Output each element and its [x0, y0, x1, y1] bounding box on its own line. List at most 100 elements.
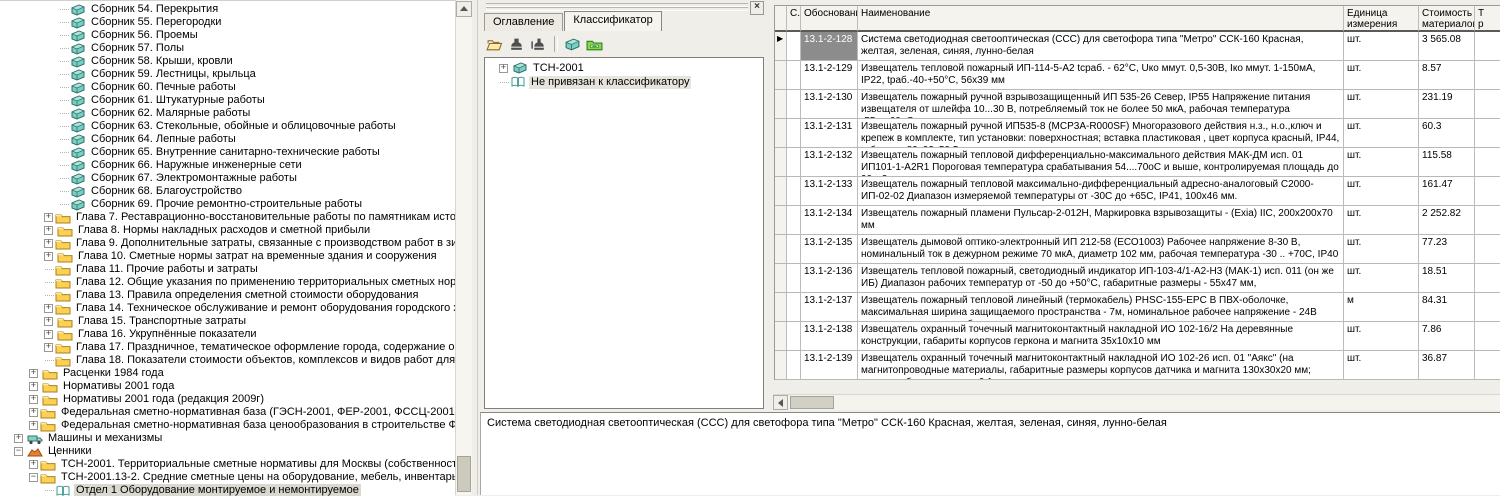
cell-name[interactable]: Извещатель пожарный ручной взрывозащищен…	[858, 90, 1344, 119]
collapse-minus-icon[interactable]: −	[14, 447, 23, 456]
cell-cost[interactable]: 115.58	[1419, 148, 1475, 177]
cell-unit[interactable]: шт.	[1344, 351, 1419, 380]
cell-cost[interactable]: 8.57	[1419, 61, 1475, 90]
expand-plus-icon[interactable]: +	[44, 226, 53, 235]
tree-item[interactable]: Сборник 62. Малярные работы	[0, 107, 455, 120]
expand-plus-icon[interactable]: +	[29, 421, 38, 430]
expand-plus-icon[interactable]: +	[29, 382, 38, 391]
cell-code[interactable]	[787, 322, 801, 351]
table-row[interactable]: 13.1-2-130 Извещатель пожарный ручной взр…	[775, 90, 1500, 119]
tree-item[interactable]: Сборник 63. Стекольные, обойные и облицо…	[0, 120, 455, 133]
cell-name[interactable]: Извещатель охранный точечный магнитоконт…	[858, 322, 1344, 351]
expand-plus-icon[interactable]: +	[44, 304, 53, 313]
column-header-unit[interactable]: Единица измерения	[1344, 6, 1419, 32]
cell-transport[interactable]	[1475, 351, 1500, 380]
cell-cost[interactable]: 60.3	[1419, 119, 1475, 148]
cell-cost[interactable]: 77.23	[1419, 235, 1475, 264]
cell-name[interactable]: Извещатель пожарный тепловой линейный (т…	[858, 293, 1344, 322]
cell-code[interactable]	[787, 293, 801, 322]
cell-basis[interactable]: 13.1-2-128	[801, 32, 858, 61]
column-header-basis[interactable]: Обоснование	[801, 6, 858, 32]
table-row[interactable]: 13.1-2-135 Извещатель дымовой оптико-элек…	[775, 235, 1500, 264]
tree-item[interactable]: + Машины и механизмы	[0, 432, 455, 445]
expand-plus-icon[interactable]: +	[29, 408, 38, 417]
tab-classifier[interactable]: Классификатор	[564, 11, 662, 31]
tree-item[interactable]: Глава 12. Общие указания по применению т…	[0, 276, 455, 289]
table-row[interactable]: 13.1-2-132 Извещатель пожарный тепловой д…	[775, 148, 1500, 177]
expand-plus-icon[interactable]: +	[14, 434, 23, 443]
table-row[interactable]: 13.1-2-139 Извещатель охранный точечный м…	[775, 351, 1500, 380]
expand-plus-icon[interactable]: +	[44, 343, 53, 352]
tree-item[interactable]: Сборник 59. Лестницы, крыльца	[0, 68, 455, 81]
tree-item[interactable]: Сборник 56. Проемы	[0, 29, 455, 42]
tree-item[interactable]: + Глава 14. Техническое обслуживание и ре…	[0, 302, 455, 315]
tree-item[interactable]: Сборник 69. Прочие ремонтно-строительные…	[0, 198, 455, 211]
tree-item[interactable]: Сборник 67. Электромонтажные работы	[0, 172, 455, 185]
left-tree-scrollbar[interactable]	[455, 0, 472, 495]
tree-item[interactable]: Сборник 54. Перекрытия	[0, 3, 455, 16]
cell-unit[interactable]: шт.	[1344, 235, 1419, 264]
cell-marker[interactable]	[775, 119, 787, 148]
cell-basis[interactable]: 13.1-2-136	[801, 264, 858, 293]
expand-plus-icon[interactable]: +	[44, 330, 53, 339]
expand-plus-icon[interactable]: +	[499, 63, 508, 73]
book-button[interactable]	[562, 34, 584, 54]
cell-transport[interactable]	[1475, 90, 1500, 119]
cell-basis[interactable]: 13.1-2-131	[801, 119, 858, 148]
tree-item[interactable]: + Глава 10. Сметные нормы затрат на време…	[0, 250, 455, 263]
scroll-up-button[interactable]	[456, 1, 472, 17]
expand-plus-icon[interactable]: +	[29, 460, 38, 469]
cell-basis[interactable]: 13.1-2-137	[801, 293, 858, 322]
cell-cost[interactable]: 231.19	[1419, 90, 1475, 119]
cell-cost[interactable]: 36.87	[1419, 351, 1475, 380]
tree-item[interactable]: Сборник 64. Лепные работы	[0, 133, 455, 146]
cell-code[interactable]	[787, 177, 801, 206]
table-row[interactable]: 13.1-2-129 Извещатель тепловой пожарный И…	[775, 61, 1500, 90]
cell-transport[interactable]	[1475, 61, 1500, 90]
cell-cost[interactable]: 3 565.08	[1419, 32, 1475, 61]
tree-item[interactable]: Глава 13. Правила определения сметной ст…	[0, 289, 455, 302]
panel-splitter[interactable]	[477, 0, 478, 495]
cell-name[interactable]: Извещатель пожарный тепловой максимально…	[858, 177, 1344, 206]
tree-item[interactable]: + Федеральная сметно-нормативная база цен…	[0, 419, 455, 432]
tree-item[interactable]: Сборник 55. Перегородки	[0, 16, 455, 29]
stamp-hand-button[interactable]	[528, 34, 550, 54]
cell-name[interactable]: Извещатель пожарный ручной ИП535-8 (МСР3…	[858, 119, 1344, 148]
cell-transport[interactable]	[1475, 148, 1500, 177]
cell-unit[interactable]: шт.	[1344, 32, 1419, 61]
cell-basis[interactable]: 13.1-2-129	[801, 61, 858, 90]
cell-transport[interactable]	[1475, 235, 1500, 264]
close-panel-button[interactable]: ×	[750, 1, 764, 15]
cell-code[interactable]	[787, 264, 801, 293]
table-row[interactable]: 13.1-2-138 Извещатель охранный точечный м…	[775, 322, 1500, 351]
expand-plus-icon[interactable]: +	[44, 317, 53, 326]
expand-plus-icon[interactable]: +	[44, 252, 53, 261]
cell-code[interactable]	[787, 90, 801, 119]
cell-transport[interactable]	[1475, 293, 1500, 322]
column-header-code[interactable]: С..	[787, 6, 801, 32]
tree-item[interactable]: + Глава 8. Нормы накладных расходов и сме…	[0, 224, 455, 237]
cell-transport[interactable]	[1475, 119, 1500, 148]
cell-basis[interactable]: 13.1-2-139	[801, 351, 858, 380]
cell-name[interactable]: Извещатель охранный точечный магнитоконт…	[858, 351, 1344, 380]
cell-transport[interactable]	[1475, 177, 1500, 206]
tree-item[interactable]: + Глава 15. Транспортные затраты	[0, 315, 455, 328]
column-header-transport[interactable]: Тр	[1475, 6, 1500, 32]
tree-item[interactable]: Сборник 66. Наружные инженерные сети	[0, 159, 455, 172]
cell-code[interactable]	[787, 32, 801, 61]
tree-item[interactable]: + Нормативы 2001 года (редакция 2009г)	[0, 393, 455, 406]
cell-marker[interactable]	[775, 293, 787, 322]
tree-item[interactable]: Глава 18. Показатели стоимости объектов,…	[0, 354, 455, 367]
cell-unit[interactable]: шт.	[1344, 90, 1419, 119]
cell-unit[interactable]: шт.	[1344, 206, 1419, 235]
cell-basis[interactable]: 13.1-2-132	[801, 148, 858, 177]
cell-marker[interactable]	[775, 61, 787, 90]
cell-marker[interactable]	[775, 90, 787, 119]
tree-item[interactable]: Не привязан к классификатору	[485, 75, 763, 89]
tree-item[interactable]: + Глава 17. Праздничное, тематическое офо…	[0, 341, 455, 354]
cell-unit[interactable]: шт.	[1344, 264, 1419, 293]
cell-code[interactable]	[787, 206, 801, 235]
expand-plus-icon[interactable]: +	[44, 213, 53, 222]
tree-item[interactable]: − Ценники	[0, 445, 455, 458]
scrollbar-thumb[interactable]	[457, 456, 471, 492]
